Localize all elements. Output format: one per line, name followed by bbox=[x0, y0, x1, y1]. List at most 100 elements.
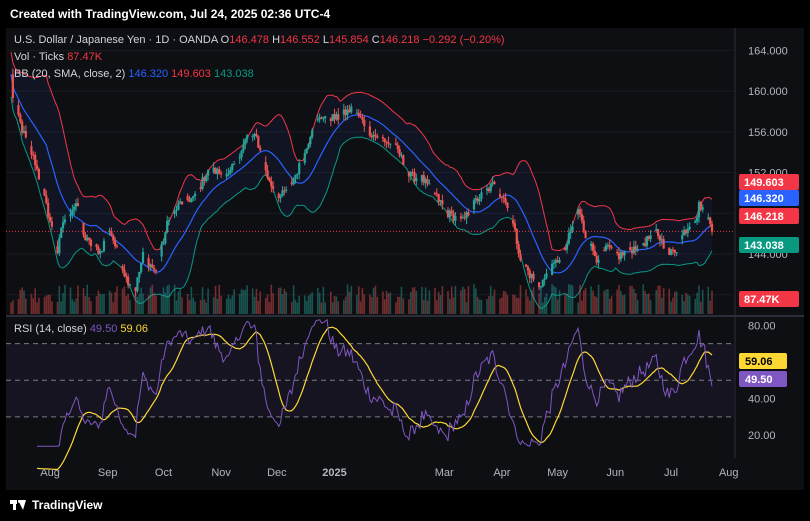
candle-body bbox=[154, 269, 158, 271]
volume-bar bbox=[595, 297, 598, 314]
volume-bar bbox=[395, 302, 397, 314]
volume-bars bbox=[10, 284, 713, 314]
volume-bar bbox=[411, 287, 414, 314]
candle-body bbox=[709, 217, 712, 224]
volume-bar bbox=[698, 285, 700, 314]
volume-bar bbox=[142, 293, 144, 314]
rsi-label[interactable]: RSI (14, close) bbox=[14, 323, 87, 335]
volume-bar bbox=[30, 293, 33, 314]
candle-body bbox=[519, 253, 522, 261]
volume-bar bbox=[577, 302, 579, 314]
volume-bar bbox=[140, 287, 142, 314]
candle-body bbox=[394, 143, 397, 145]
volume-bar bbox=[292, 285, 295, 314]
candle-body bbox=[511, 220, 515, 224]
volume-bar bbox=[590, 286, 592, 314]
candle-body bbox=[441, 200, 444, 205]
volume-bar bbox=[502, 290, 505, 314]
change-value: −0.292 (−0.20%) bbox=[422, 34, 505, 46]
volume-bar bbox=[517, 297, 520, 314]
candle-body bbox=[526, 266, 530, 271]
volume-bar bbox=[450, 286, 453, 314]
volume-bar bbox=[129, 300, 131, 314]
candle-body bbox=[688, 226, 691, 229]
candle-body bbox=[233, 163, 236, 165]
volume-bar bbox=[125, 295, 128, 314]
volume-bar bbox=[620, 291, 622, 314]
volume-bar bbox=[58, 285, 61, 314]
volume-bar bbox=[110, 292, 113, 314]
volume-bar bbox=[655, 290, 658, 314]
candle-body bbox=[60, 228, 63, 238]
candle-body bbox=[268, 177, 271, 182]
candle-body bbox=[426, 179, 429, 184]
candle-body bbox=[285, 189, 288, 191]
candle-body bbox=[701, 207, 704, 210]
candle-body bbox=[374, 134, 377, 136]
candle-body bbox=[63, 219, 67, 223]
tradingview-brand: TradingView bbox=[32, 498, 103, 512]
candle-body bbox=[610, 247, 613, 249]
bb-label[interactable]: BB (20, SMA, close, 2) bbox=[14, 68, 125, 80]
volume-bar bbox=[439, 294, 442, 314]
volume-bar bbox=[97, 290, 100, 314]
candle-body bbox=[550, 263, 554, 275]
volume-bar bbox=[56, 301, 59, 314]
volume-bar bbox=[659, 285, 661, 314]
candle-body bbox=[539, 286, 543, 288]
volume-bar bbox=[246, 285, 248, 314]
candle-body bbox=[309, 137, 312, 145]
rsi-badge-label: 59.06 bbox=[745, 356, 773, 368]
tradingview-logo[interactable]: TradingView bbox=[10, 498, 102, 512]
volume-bar bbox=[515, 297, 518, 314]
volume-bar bbox=[84, 296, 87, 314]
volume-bar bbox=[166, 285, 168, 314]
volume-bar bbox=[225, 298, 228, 314]
price-tick-label: 164.000 bbox=[748, 45, 788, 57]
volume-bar bbox=[581, 300, 583, 314]
candle-body bbox=[242, 144, 245, 152]
volume-bar bbox=[489, 285, 492, 314]
candle-body bbox=[571, 226, 574, 231]
volume-bar bbox=[162, 287, 165, 314]
volume-bar bbox=[320, 302, 323, 314]
chart-frame[interactable]: 140.000144.000148.000152.000156.000160.0… bbox=[6, 28, 804, 490]
volume-bar bbox=[436, 300, 438, 314]
candle-body bbox=[164, 232, 167, 244]
candle-body bbox=[160, 244, 163, 257]
volume-bar bbox=[281, 294, 284, 314]
candle-body bbox=[389, 143, 392, 145]
symbol-title[interactable]: U.S. Dollar / Japanese Yen · 1D · OANDA bbox=[14, 34, 218, 46]
volume-bar bbox=[10, 302, 12, 314]
volume-bar bbox=[103, 293, 105, 314]
volume-bar bbox=[160, 294, 163, 314]
candle-body bbox=[153, 267, 156, 270]
volume-bar bbox=[270, 284, 273, 314]
candle-body bbox=[128, 284, 132, 286]
volume-bar bbox=[532, 287, 535, 314]
volume-bar bbox=[449, 298, 451, 314]
candle-body bbox=[359, 116, 362, 118]
candle-body bbox=[229, 169, 232, 174]
volume-bar bbox=[662, 288, 665, 314]
volume-bar bbox=[372, 287, 375, 314]
volume-bar bbox=[514, 295, 516, 314]
low-value: 145.854 bbox=[328, 34, 369, 46]
volume-bar bbox=[43, 296, 46, 314]
volume-bar bbox=[90, 301, 92, 314]
candle-body bbox=[240, 151, 243, 158]
candle-body bbox=[567, 233, 570, 244]
candle-body bbox=[541, 279, 544, 287]
volume-bar bbox=[467, 286, 470, 314]
volume-bar bbox=[95, 296, 98, 314]
volume-bar bbox=[421, 287, 423, 314]
candle-body bbox=[387, 142, 390, 144]
chart-canvas[interactable]: 140.000144.000148.000152.000156.000160.0… bbox=[6, 28, 804, 490]
candle-body bbox=[89, 239, 93, 247]
time-tick-label: Jun bbox=[606, 467, 624, 479]
candle-body bbox=[296, 173, 299, 175]
volume-bar bbox=[86, 284, 89, 314]
candle-body bbox=[502, 197, 505, 199]
volume-label[interactable]: Vol · Ticks bbox=[14, 51, 64, 63]
volume-bar bbox=[175, 300, 178, 314]
